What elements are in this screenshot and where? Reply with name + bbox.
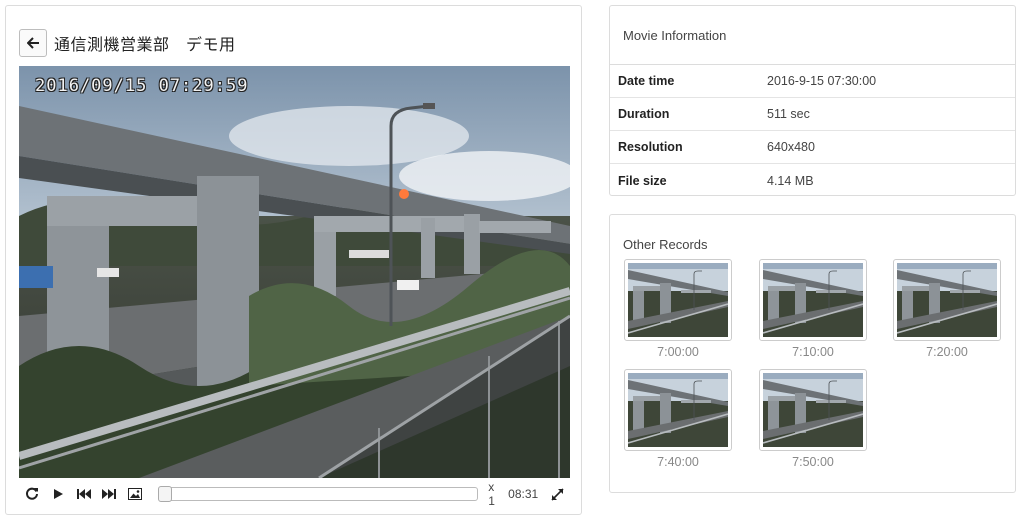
record-time: 7:50:00 — [792, 455, 834, 469]
record-image — [624, 369, 732, 451]
record-thumbnail[interactable]: 7:10:00 — [759, 259, 867, 359]
seek-thumb[interactable] — [158, 486, 173, 502]
record-time: 7:40:00 — [657, 455, 699, 469]
replay-button[interactable] — [19, 483, 45, 505]
info-label: File size — [618, 173, 667, 188]
record-thumbnail[interactable]: 7:50:00 — [759, 369, 867, 469]
info-value: 2016-9-15 07:30:00 — [767, 74, 877, 88]
info-label: Resolution — [618, 140, 683, 154]
record-time: 7:00:00 — [657, 345, 699, 359]
record-image — [624, 259, 732, 341]
video-timestamp-overlay: 2016/09/15 07:29:59 — [35, 76, 249, 96]
record-image — [893, 259, 1001, 341]
record-time: 7:20:00 — [926, 345, 968, 359]
info-row-duration: Duration 511 sec — [610, 98, 1015, 131]
playback-speed: x 1 — [488, 480, 495, 508]
record-time: 7:10:00 — [792, 345, 834, 359]
info-label: Duration — [618, 107, 670, 121]
fullscreen-button[interactable] — [544, 483, 570, 505]
page-title: 通信測機営業部 デモ用 — [54, 35, 236, 54]
record-image — [759, 259, 867, 341]
skip-next-icon — [102, 489, 117, 499]
play-icon — [53, 489, 63, 499]
info-value: 511 sec — [767, 107, 810, 121]
player-controls: x 1 08:31 — [19, 480, 570, 508]
video-frame[interactable]: 2016/09/15 07:29:59 — [19, 66, 570, 478]
info-row-date-time: Date time 2016-9-15 07:30:00 — [610, 65, 1015, 98]
expand-icon — [551, 487, 564, 501]
info-label: Date time — [618, 74, 675, 88]
video-panel: 通信測機営業部 デモ用 2016/09/15 07:29:59 x 1 08:3… — [5, 5, 582, 515]
seek-bar[interactable] — [158, 486, 479, 502]
snapshot-button[interactable] — [122, 483, 148, 505]
video-duration: 08:31 — [508, 487, 539, 501]
replay-icon — [25, 487, 38, 500]
record-thumbnail[interactable]: 7:20:00 — [893, 259, 1001, 359]
other-records-heading: Other Records — [623, 237, 708, 252]
title-row: 通信測機営業部 デモ用 — [19, 28, 236, 58]
skip-previous-icon — [76, 489, 91, 499]
other-records-panel: Other Records 7:00:00 7:10:00 7:20:00 7:… — [609, 214, 1016, 493]
info-row-file-size: File size 4.14 MB — [610, 164, 1015, 197]
camera-image — [19, 66, 570, 478]
movie-info-panel: Movie Information Date time 2016-9-15 07… — [609, 5, 1016, 196]
arrow-left-icon — [26, 37, 39, 49]
info-value: 640x480 — [767, 140, 815, 154]
record-thumbnail[interactable]: 7:40:00 — [624, 369, 732, 469]
play-button[interactable] — [45, 483, 71, 505]
record-image — [759, 369, 867, 451]
info-value: 4.14 MB — [767, 173, 814, 188]
back-button[interactable] — [19, 29, 47, 57]
previous-button[interactable] — [71, 483, 97, 505]
movie-info-heading: Movie Information — [610, 6, 1015, 65]
next-button[interactable] — [97, 483, 123, 505]
image-icon — [128, 488, 143, 500]
record-thumbnail[interactable]: 7:00:00 — [624, 259, 732, 359]
info-row-resolution: Resolution 640x480 — [610, 131, 1015, 164]
